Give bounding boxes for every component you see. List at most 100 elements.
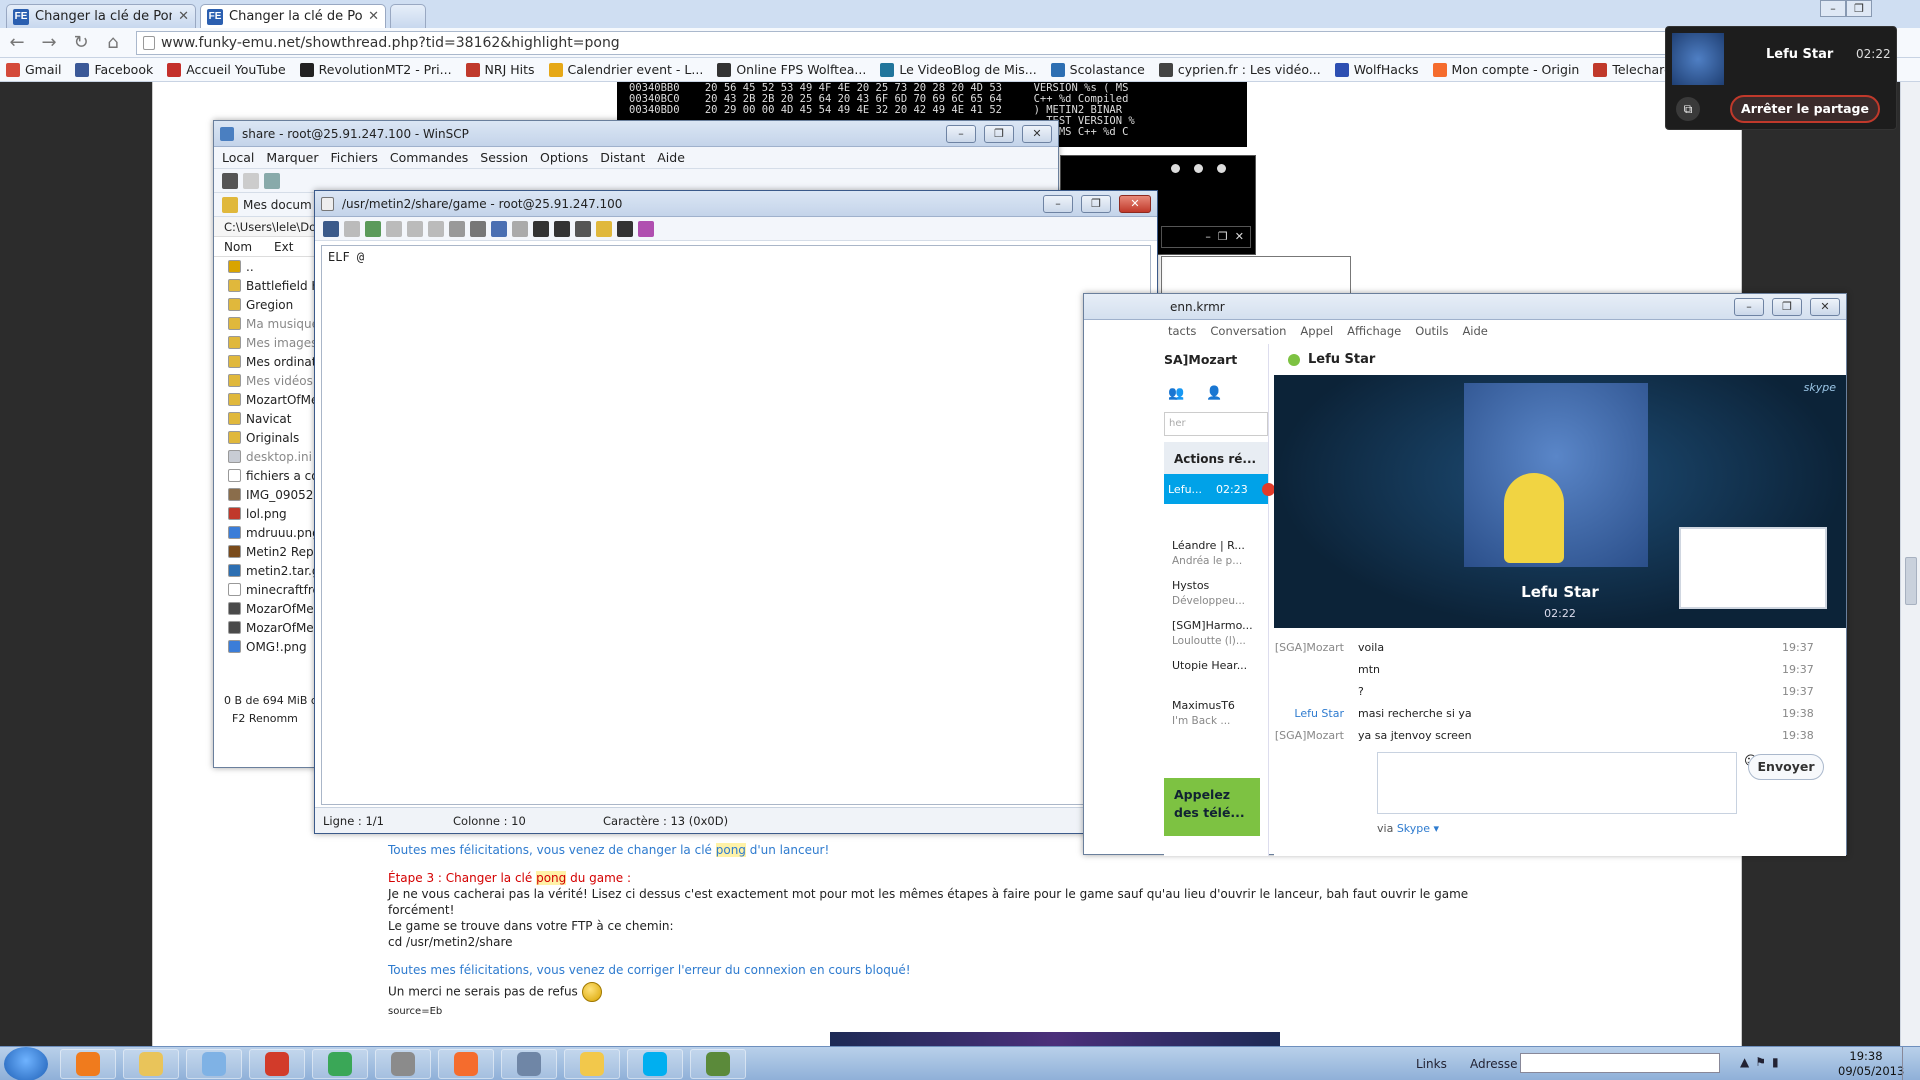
taskbar-app-server[interactable]	[501, 1049, 557, 1079]
reload-icon[interactable]	[365, 220, 381, 237]
taskbar-app-explorer[interactable]	[123, 1049, 179, 1079]
file-row[interactable]: Mes vidéos	[214, 371, 318, 390]
skype-titlebar[interactable]: enn.krmr – ❐ ✕	[1084, 294, 1846, 320]
message-sender[interactable]: [SGA]Mozart	[1274, 729, 1344, 742]
bookmark-5[interactable]: Calendrier event - L...	[548, 62, 703, 77]
tab-close-icon[interactable]: ✕	[368, 9, 379, 24]
stop-sharing-button[interactable]: Arrêter le partage	[1730, 95, 1880, 123]
contact-item[interactable]: Hystos Développeu...	[1164, 574, 1268, 614]
maximize-button[interactable]: ❐	[1081, 194, 1111, 213]
file-row[interactable]: fichiers a cop	[214, 466, 318, 485]
taskbar-app-filezilla[interactable]	[375, 1049, 431, 1079]
screen-share-preview[interactable]	[1679, 527, 1827, 609]
taskbar-app-chrome[interactable]	[312, 1049, 368, 1079]
maximize-button[interactable]: ❐	[984, 124, 1014, 143]
settings-icon[interactable]	[617, 220, 633, 237]
bookmark-0[interactable]: Gmail	[6, 62, 61, 77]
file-row[interactable]: MozarOfMeti	[214, 599, 318, 618]
menu-item[interactable]: Session	[480, 150, 528, 165]
file-row[interactable]: ..	[214, 257, 318, 276]
forward-icon[interactable]: →	[40, 32, 58, 53]
taskbar-app-skype[interactable]	[627, 1049, 683, 1079]
clock[interactable]: 19:38 09/05/2013	[1838, 1049, 1904, 1079]
maximize-button[interactable]: ❐	[1846, 0, 1872, 17]
rename-hint[interactable]: F2 Renomm	[214, 712, 319, 725]
menu-item[interactable]: Conversation	[1210, 324, 1286, 338]
file-row[interactable]: Metin2 Repac	[214, 542, 318, 561]
minimize-button[interactable]: –	[1043, 194, 1073, 213]
menu-item[interactable]: Options	[540, 150, 588, 165]
tab-close-icon[interactable]: ✕	[178, 9, 189, 24]
bookmark-2[interactable]: Accueil YouTube	[167, 62, 286, 77]
menu-item[interactable]: Appel	[1300, 324, 1333, 338]
browser-tab-2[interactable]: FE Changer la clé de Pong d' ✕	[200, 4, 386, 28]
taskbar-app-winscp[interactable]	[564, 1049, 620, 1079]
help-icon[interactable]	[638, 220, 654, 237]
call-phones-ad[interactable]: Appelez des télé...	[1164, 778, 1260, 836]
hangup-icon[interactable]	[1261, 482, 1275, 496]
ad-banner[interactable]	[830, 1032, 1280, 1046]
file-row[interactable]: Ma musique	[214, 314, 318, 333]
taskbar-app-notepad[interactable]	[186, 1049, 242, 1079]
column-header-name[interactable]: Nom	[224, 237, 252, 256]
paste-icon[interactable]	[428, 220, 444, 237]
taskbar-app-media-player[interactable]	[60, 1049, 116, 1079]
editor-text-area[interactable]: ELF @	[321, 245, 1151, 805]
menu-item[interactable]: Distant	[600, 150, 645, 165]
menu-item[interactable]: Commandes	[390, 150, 468, 165]
close-button[interactable]: ✕	[1119, 194, 1151, 213]
replace-icon[interactable]	[554, 220, 570, 237]
taskbar-app-origin[interactable]	[438, 1049, 494, 1079]
delete-icon[interactable]	[449, 220, 465, 237]
file-row[interactable]: Battlefield He	[214, 276, 318, 295]
bookmark-11[interactable]: Mon compte - Origin	[1432, 62, 1579, 77]
send-button[interactable]: Envoyer	[1748, 754, 1824, 780]
file-row[interactable]: Mes ordinate	[214, 352, 318, 371]
close-button[interactable]: ✕	[1810, 297, 1840, 316]
bookmark-10[interactable]: WolfHacks	[1334, 62, 1419, 77]
undo-icon[interactable]	[491, 220, 507, 237]
links-toolbar[interactable]: Links	[1416, 1057, 1447, 1071]
message-sender[interactable]: [SGA]Mozart	[1274, 641, 1344, 654]
profile-name[interactable]: SA]Mozart	[1164, 344, 1268, 376]
browser-tab-1[interactable]: FE Changer la clé de Pong d' ✕	[6, 4, 196, 28]
menu-item[interactable]: tacts	[1168, 324, 1196, 338]
file-row[interactable]: mdruuu.png	[214, 523, 318, 542]
bookmark-9[interactable]: cyprien.fr : Les vidéo...	[1158, 62, 1321, 77]
menu-item[interactable]: Marquer	[266, 150, 318, 165]
minimize-button[interactable]: –	[1820, 0, 1846, 17]
taskbar-app-ccleaner[interactable]	[249, 1049, 305, 1079]
close-button[interactable]: ✕	[1022, 124, 1052, 143]
page-scrollbar[interactable]	[1900, 82, 1920, 1046]
bookmark-8[interactable]: Scolastance	[1050, 62, 1145, 77]
column-header-ext[interactable]: Ext	[274, 237, 293, 256]
contact-item[interactable]: Utopie Hear...	[1164, 654, 1268, 694]
bookmark-1[interactable]: Facebook	[75, 62, 153, 77]
redo-icon[interactable]	[512, 220, 528, 237]
bookmark-3[interactable]: RevolutionMT2 - Pri...	[299, 62, 452, 77]
contact-item[interactable]: Léandre | R... Andréa le p...	[1164, 534, 1268, 574]
file-row[interactable]: Originals	[214, 428, 318, 447]
contact-item[interactable]: MaximusT6 I'm Back ...	[1164, 694, 1268, 734]
file-row[interactable]: minecraftfree	[214, 580, 318, 599]
scrollbar-thumb[interactable]	[1905, 557, 1917, 605]
back-icon[interactable]: ←	[8, 32, 26, 53]
goto-line-icon[interactable]	[596, 220, 612, 237]
bookmark-7[interactable]: Le VideoBlog de Mis...	[880, 62, 1037, 77]
maximize-button[interactable]: ❐	[1772, 297, 1802, 316]
message-sender[interactable]: Lefu Star	[1274, 707, 1344, 720]
bookmark-6[interactable]: Online FPS Wolftea...	[717, 62, 866, 77]
copy-icon[interactable]	[386, 220, 402, 237]
active-call-item[interactable]: Lefu... 02:23	[1164, 474, 1275, 504]
share-screen-icon[interactable]: ⧉	[1676, 97, 1700, 121]
find-next-icon[interactable]	[575, 220, 591, 237]
file-row[interactable]: Gregion	[214, 295, 318, 314]
taskbar-address-input[interactable]	[1520, 1053, 1720, 1073]
home-icon[interactable]: ⌂	[104, 32, 122, 53]
minimize-button[interactable]: –	[946, 124, 976, 143]
new-tab-button[interactable]	[390, 4, 426, 28]
file-row[interactable]: OMG!.png	[214, 637, 318, 656]
address-bar[interactable]: www.funky-emu.net/showthread.php?tid=381…	[136, 30, 1776, 55]
menu-item[interactable]: Aide	[657, 150, 685, 165]
minimize-button[interactable]: –	[1734, 297, 1764, 316]
